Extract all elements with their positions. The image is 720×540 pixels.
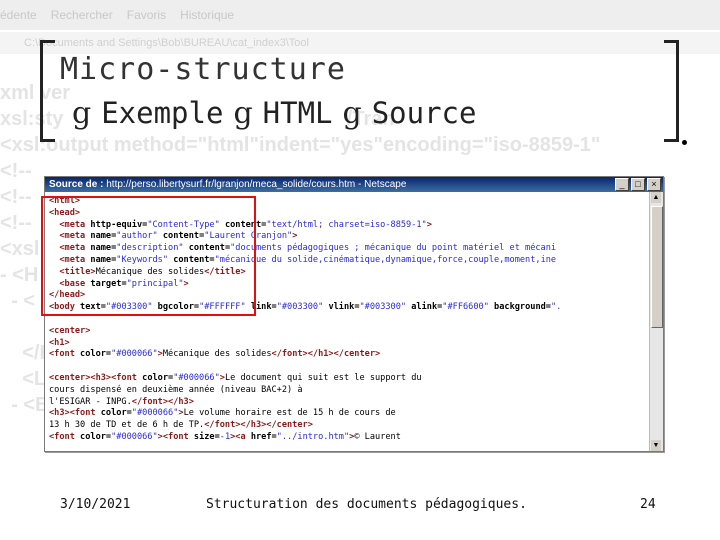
code-line: <h1>: [49, 338, 647, 350]
code-token: "#003300": [276, 302, 324, 313]
subtitle-item-exemple: Exemple: [101, 96, 224, 130]
code-line: cours dispensé en deuxième année (niveau…: [49, 385, 647, 397]
code-token: href=: [250, 431, 277, 442]
code-token: </font></h1></center>: [271, 349, 381, 360]
code-token: </font></h3>: [131, 396, 194, 407]
code-token: >: [292, 231, 298, 242]
code-token: "../intro.htm": [276, 431, 350, 442]
title-bracket-right: [664, 40, 679, 142]
footer-date: 3/10/2021: [60, 497, 131, 512]
code-token: cours dispensé en deuxième année (niveau…: [49, 384, 303, 395]
code-token: 13 h 30 de TD et de 6 h de TP.: [49, 420, 205, 431]
code-token: "#000066": [111, 349, 158, 360]
code-token: vlink=: [323, 302, 360, 313]
background-toolbar-item: Favoris: [126, 8, 167, 22]
slide-title: Micro-structure: [60, 52, 346, 87]
code-token: "#FF6600": [442, 302, 489, 313]
code-line: <font color="#000066"><font size=-1><a h…: [49, 432, 647, 444]
code-token: background=: [488, 302, 551, 313]
code-token: color=: [80, 349, 112, 360]
code-token: Le document qui suit est le support du: [224, 372, 422, 383]
code-token: <font: [49, 431, 81, 442]
window-title-prefix: Source de :: [49, 179, 107, 190]
code-line: l'ESIGAR - INPG.</font></h3>: [49, 397, 647, 409]
background-toolbar: édente Rechercher Favoris Historique: [0, 0, 720, 30]
code-token: "#000066": [173, 372, 220, 383]
footer-title: Structuration des documents pédagogiques…: [206, 497, 527, 512]
code-token: color=: [100, 408, 132, 419]
background-toolbar-item: édente: [0, 8, 37, 22]
code-token: ><a: [230, 431, 251, 442]
code-token: >: [426, 219, 432, 230]
code-token: </font></h3></center>: [204, 420, 313, 431]
code-token: <font: [49, 349, 81, 360]
page-number: 24: [640, 497, 656, 512]
code-token: l'ESIGAR - INPG.: [49, 396, 132, 407]
vertical-scrollbar[interactable]: ▲ ▼: [649, 192, 663, 451]
title-bracket-left: [40, 40, 55, 142]
code-line: <center><h3><font color="#000066">Le doc…: [49, 373, 647, 385]
bullet-icon: g: [233, 96, 253, 131]
background-xml-line: <xsl:output method="html"indent="yes"enc…: [0, 134, 601, 156]
code-line: <font color="#000066">Mécanique des soli…: [49, 349, 647, 361]
code-token: -1: [219, 431, 231, 442]
code-token: Mécanique des solides: [162, 349, 272, 360]
background-toolbar-item: Historique: [180, 8, 235, 22]
code-token: "text/html; charset=iso-8859-1": [266, 219, 427, 230]
code-token: <h1>: [49, 337, 70, 348]
code-token: ".: [550, 302, 562, 313]
code-line: <center>: [49, 326, 647, 338]
head-section-highlight: [41, 196, 256, 316]
code-token: "documents pédagogiques ; mécanique du p…: [230, 243, 557, 254]
maximize-button[interactable]: □: [631, 178, 645, 191]
decorative-dot: [682, 140, 687, 145]
code-token: Le volume horaire est de 15 h de cours d…: [183, 408, 396, 419]
close-button[interactable]: ×: [647, 178, 661, 191]
code-token: "#003300": [359, 302, 407, 313]
code-token: "#000066": [131, 408, 179, 419]
code-line: 13 h 30 de TD et de 6 h de TP.</font></h…: [49, 420, 647, 432]
code-token: "#000066": [111, 431, 158, 442]
background-address-bar: C:\Documents and Settings\Bob\BUREAU\cat…: [0, 32, 720, 54]
code-token: color=: [80, 431, 112, 442]
code-token: "mécanique du solide,cinématique,dynamiq…: [214, 254, 557, 265]
subtitle-item-source: Source: [371, 96, 477, 130]
code-token: © Laurent: [354, 431, 401, 442]
code-token: <center><h3><font: [49, 372, 143, 383]
code-token: ><font: [157, 431, 194, 442]
scrollbar-thumb[interactable]: [651, 206, 663, 328]
bullet-icon: g: [342, 96, 362, 131]
code-token: <h3><font: [49, 408, 101, 419]
scroll-up-icon[interactable]: ▲: [651, 192, 661, 203]
window-title-url: http://perso.libertysurf.fr/lgranjon/mec…: [106, 179, 407, 190]
slide-subtitle: g Exemple g HTML g Source: [62, 96, 476, 131]
background-toolbar-item: Rechercher: [50, 8, 113, 22]
subtitle-item-html: HTML: [262, 96, 333, 130]
window-controls: _ □ ×: [615, 178, 661, 191]
code-token: color=: [142, 372, 174, 383]
scroll-down-icon[interactable]: ▼: [651, 440, 661, 451]
source-window-titlebar[interactable]: Source de : http://perso.libertysurf.fr/…: [45, 177, 663, 192]
code-token: size=: [193, 431, 220, 442]
code-token: alink=: [406, 302, 443, 313]
bullet-icon: g: [72, 96, 92, 131]
code-token: <center>: [49, 325, 91, 336]
code-line: <h3><font color="#000066">Le volume hora…: [49, 408, 647, 420]
minimize-button[interactable]: _: [615, 178, 629, 191]
